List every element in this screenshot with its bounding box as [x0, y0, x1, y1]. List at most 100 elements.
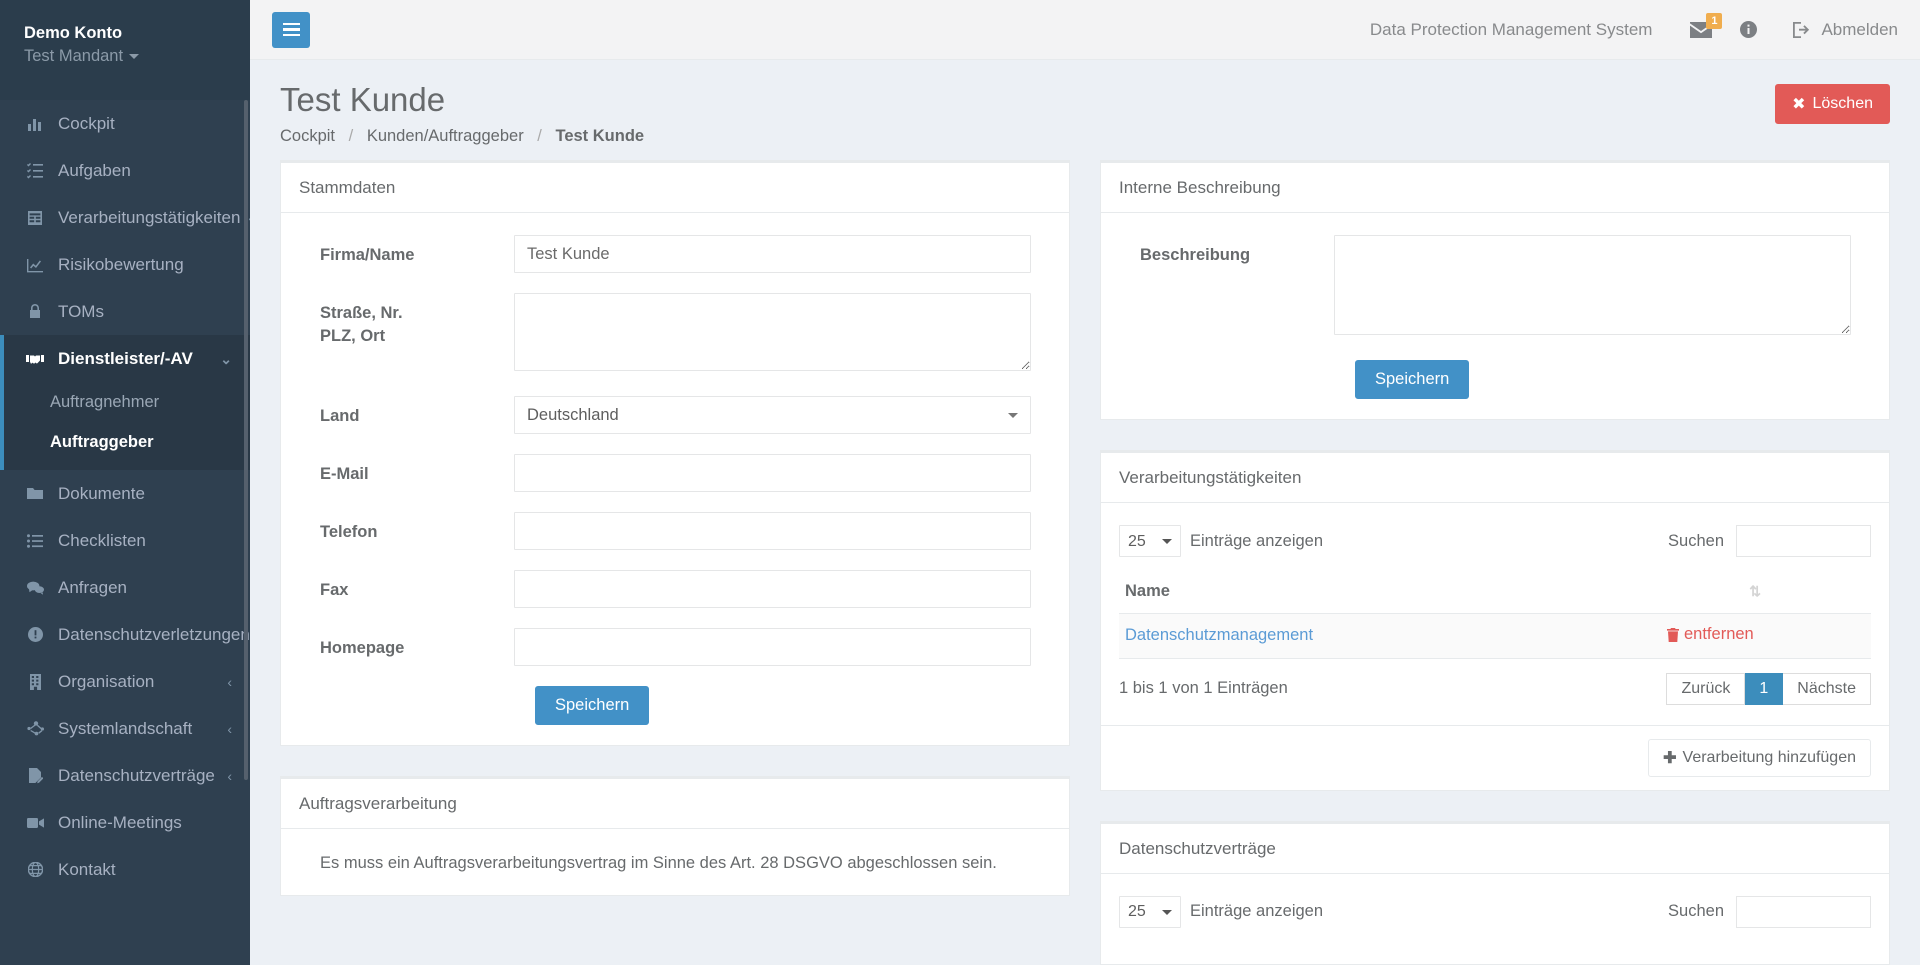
messages-icon[interactable]: 1	[1676, 12, 1726, 38]
remove-row-label: entfernen	[1684, 625, 1754, 643]
firma-input[interactable]	[514, 235, 1031, 273]
search-input[interactable]	[1736, 525, 1871, 557]
fax-input[interactable]	[514, 570, 1031, 608]
sidebar-item-risikobewertung[interactable]: Risikobewertung	[0, 241, 250, 288]
panel-body-verarbeitungstaetigkeiten: 25 Einträge anzeigen Suchen Name ⇅ Daten…	[1101, 503, 1889, 725]
exclamation-circle-icon	[24, 627, 46, 642]
sidebar-link-online-meetings[interactable]: Online-Meetings	[0, 799, 250, 846]
panel-header: Auftragsverarbeitung	[281, 779, 1069, 829]
adresse-textarea[interactable]	[514, 293, 1031, 371]
search-input-vertraege[interactable]	[1736, 895, 1871, 928]
email-input[interactable]	[514, 454, 1031, 492]
sidebar-item-datenschutzvertraege[interactable]: Datenschutzverträge ‹	[0, 752, 250, 799]
homepage-input[interactable]	[514, 628, 1031, 666]
sidebar-link-anfragen[interactable]: Anfragen	[0, 564, 250, 611]
panel-header: Interne Beschreibung	[1101, 163, 1889, 213]
sidebar-item-label: Datenschutzverletzungen	[58, 625, 250, 644]
verarbeitung-link[interactable]: Datenschutzmanagement	[1125, 626, 1313, 644]
sidebar-link-datenschutzverletzungen[interactable]: Datenschutzverletzungen	[0, 611, 250, 658]
sitemap-icon	[24, 721, 46, 736]
pagination-page-1[interactable]: 1	[1745, 672, 1784, 705]
sidebar-link-dienstleister-av[interactable]: Dienstleister/-AV ⌄	[4, 335, 250, 382]
form-row-land: Land Deutschland	[299, 396, 1051, 434]
sidebar-scrollbar[interactable]	[244, 100, 248, 780]
search-label: Suchen	[1668, 531, 1724, 550]
sidebar-link-organisation[interactable]: Organisation ‹	[0, 658, 250, 705]
beschreibung-save-button[interactable]: Speichern	[1355, 360, 1470, 399]
label-homepage: Homepage	[320, 639, 405, 657]
sidebar-link-auftraggeber[interactable]: Auftraggeber	[4, 422, 250, 462]
sidebar-item-datenschutzverletzungen[interactable]: Datenschutzverletzungen	[0, 611, 250, 658]
search-label: Suchen	[1668, 902, 1724, 920]
breadcrumb-kunden[interactable]: Kunden/Auftraggeber	[367, 127, 524, 145]
panel-body-stammdaten: Firma/Name Straße, Nr. PLZ, Ort	[281, 213, 1069, 745]
sidebar-item-aufgaben[interactable]: Aufgaben	[0, 147, 250, 194]
sidebar-link-risikobewertung[interactable]: Risikobewertung	[0, 241, 250, 288]
label-land: Land	[320, 407, 360, 425]
sidebar-link-datenschutzvertraege[interactable]: Datenschutzverträge ‹	[0, 752, 250, 799]
messages-badge: 1	[1706, 12, 1723, 29]
column-header-name[interactable]: Name ⇅	[1119, 573, 1871, 614]
sidebar-item-auftraggeber[interactable]: Auftraggeber	[4, 422, 250, 462]
delete-button[interactable]: ✖ Löschen	[1775, 84, 1890, 124]
chevron-left-icon: ‹	[227, 673, 232, 690]
sidebar-link-toms[interactable]: TOMs	[0, 288, 250, 335]
sidebar-item-organisation[interactable]: Organisation ‹	[0, 658, 250, 705]
page-length-select[interactable]: 25	[1119, 525, 1181, 557]
sidebar-item-dienstleister-av[interactable]: Dienstleister/-AV ⌄ Auftragnehmer Auftra…	[0, 335, 250, 470]
panel-header: Datenschutzverträge	[1101, 824, 1889, 874]
sidebar-link-verarbeitungstaetigkeiten[interactable]: Verarbeitungstätigkeiten ‹	[0, 194, 250, 241]
sidebar-item-anfragen[interactable]: Anfragen	[0, 564, 250, 611]
tasks-icon	[24, 162, 46, 179]
sidebar-item-cockpit[interactable]: Cockpit	[0, 100, 250, 147]
hamburger-icon[interactable]	[272, 11, 310, 48]
beschreibung-textarea[interactable]	[1334, 235, 1851, 335]
left-column: Stammdaten Firma/Name Straße, Nr.	[280, 160, 1070, 965]
sidebar-item-checklisten[interactable]: Checklisten	[0, 517, 250, 564]
telefon-input[interactable]	[514, 512, 1031, 550]
sidebar-item-kontakt[interactable]: Kontakt	[0, 846, 250, 893]
building-icon	[24, 673, 46, 690]
logout-label: Abmelden	[1821, 19, 1898, 39]
page-length-select-vertraege[interactable]: 25	[1119, 895, 1181, 928]
sidebar-user-panel[interactable]: Demo Konto Test Mandant	[0, 0, 250, 100]
sidebar-link-systemlandschaft[interactable]: Systemlandschaft ‹	[0, 705, 250, 752]
sidebar-link-auftragnehmer[interactable]: Auftragnehmer	[4, 382, 250, 422]
plus-icon: ✚	[1663, 749, 1677, 767]
sidebar-item-online-meetings[interactable]: Online-Meetings	[0, 799, 250, 846]
label-adresse-line2: PLZ, Ort	[320, 327, 386, 345]
pagination-prev[interactable]: Zurück	[1666, 672, 1746, 705]
panel-title-datenschutzvertraege: Datenschutzverträge	[1119, 838, 1276, 858]
stammdaten-actions: Speichern	[299, 686, 1051, 725]
remove-row-button[interactable]: entfernen	[1667, 625, 1754, 644]
sidebar-item-systemlandschaft[interactable]: Systemlandschaft ‹	[0, 705, 250, 752]
sidebar-link-kontakt[interactable]: Kontakt	[0, 846, 250, 893]
table-icon	[24, 210, 46, 226]
add-verarbeitung-button[interactable]: ✚ Verarbeitung hinzufügen	[1648, 738, 1871, 777]
sidebar-link-dokumente[interactable]: Dokumente	[0, 470, 250, 517]
land-select[interactable]: Deutschland	[514, 396, 1031, 434]
sidebar-item-auftragnehmer[interactable]: Auftragnehmer	[4, 382, 250, 422]
sidebar-link-checklisten[interactable]: Checklisten	[0, 517, 250, 564]
panel-header: Stammdaten	[281, 163, 1069, 213]
sidebar: Demo Konto Test Mandant Cockpit Aufgaben	[0, 0, 250, 965]
sidebar-item-label: TOMs	[58, 302, 104, 321]
sidebar-item-dokumente[interactable]: Dokumente	[0, 470, 250, 517]
sort-icon[interactable]: ⇅	[1749, 583, 1761, 600]
sidebar-link-aufgaben[interactable]: Aufgaben	[0, 147, 250, 194]
table-head: Name ⇅	[1119, 573, 1871, 614]
chart-bar-icon	[24, 116, 46, 132]
sidebar-item-toms[interactable]: TOMs	[0, 288, 250, 335]
sidebar-link-cockpit[interactable]: Cockpit	[0, 100, 250, 147]
info-icon[interactable]	[1726, 21, 1771, 38]
stammdaten-save-button[interactable]: Speichern	[535, 686, 650, 725]
sidebar-item-verarbeitungstaetigkeiten[interactable]: Verarbeitungstätigkeiten ‹	[0, 194, 250, 241]
logout-button[interactable]: Abmelden	[1771, 20, 1898, 40]
table-header-row: Name ⇅	[1119, 573, 1871, 614]
form-row-adresse: Straße, Nr. PLZ, Ort	[299, 293, 1051, 376]
sidebar-user-tenant-row[interactable]: Test Mandant	[24, 44, 250, 68]
pagination-next[interactable]: Nächste	[1783, 672, 1871, 705]
breadcrumb-cockpit[interactable]: Cockpit	[280, 127, 335, 145]
panel-verarbeitungstaetigkeiten: Verarbeitungstätigkeiten 25 Einträge anz…	[1100, 450, 1890, 791]
label-telefon: Telefon	[320, 523, 378, 541]
